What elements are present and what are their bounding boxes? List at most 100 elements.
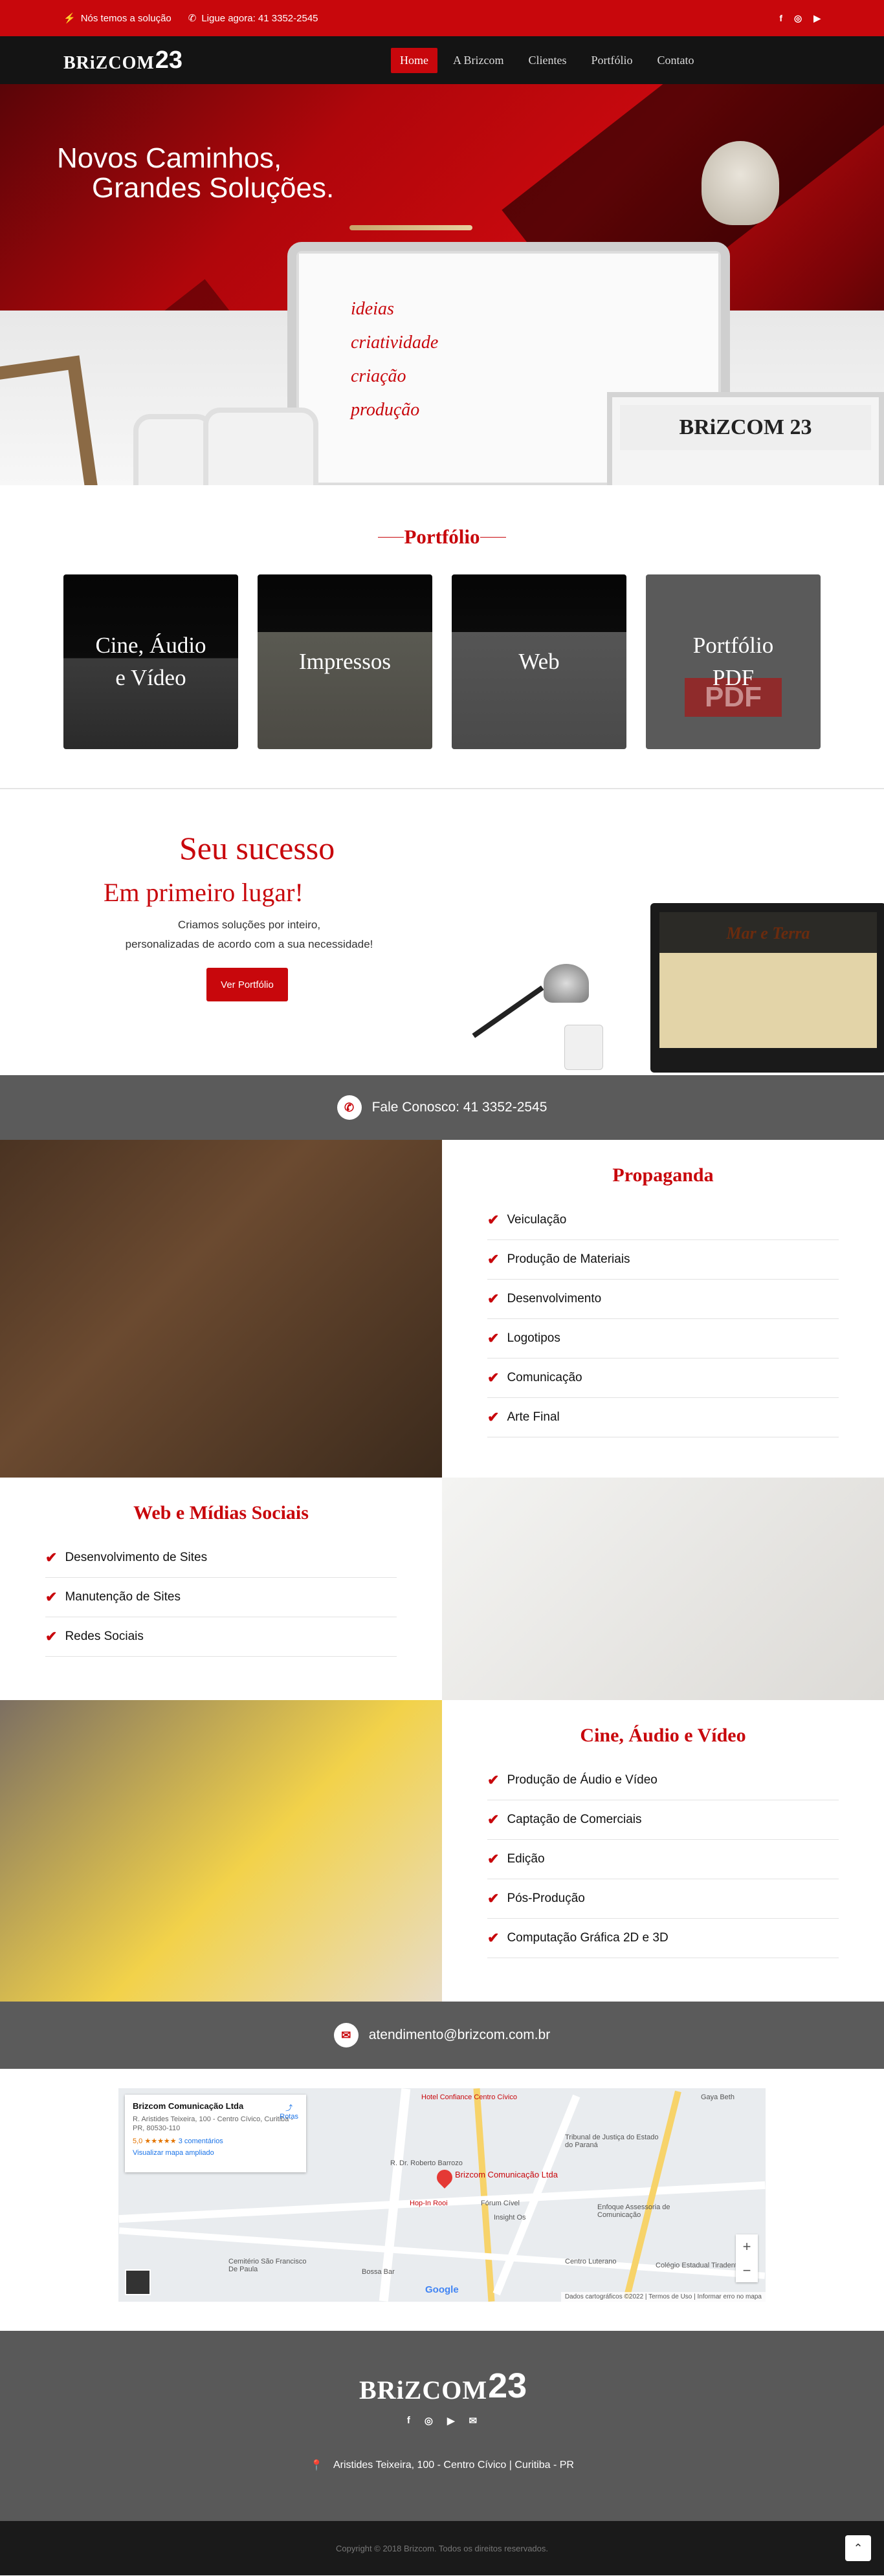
- map-poi: Enfoque Assessoria de Comunicação: [597, 2203, 670, 2219]
- satellite-toggle[interactable]: [125, 2269, 151, 2295]
- check-icon: ✔: [45, 1589, 58, 1605]
- reviews-link[interactable]: 3 comentários: [179, 2137, 223, 2145]
- google-logo: Google: [425, 2284, 459, 2295]
- map-section: Hotel Confiance Centro Cívico Tribunal d…: [0, 2069, 884, 2331]
- pin-label: Brizcom Comunicação Ltda: [455, 2170, 558, 2179]
- item-label: Logotipos: [507, 1331, 560, 1345]
- footer-address-text: Aristides Teixeira, 100 - Centro Cívico …: [333, 2460, 574, 2471]
- portfolio-card-web[interactable]: Web: [452, 574, 626, 749]
- instagram-icon[interactable]: ◎: [425, 2415, 433, 2427]
- monitor-site-title: Mar e Terra: [659, 912, 877, 1048]
- popcorn-clapperboard-image: [0, 1700, 442, 2002]
- place-name: Brizcom Comunicação Ltda: [133, 2101, 244, 2111]
- map-road: [118, 2227, 766, 2279]
- hero-banner: Novos Caminhos, Grandes Soluções. ideias…: [0, 84, 884, 485]
- service-row-web: Web e Mídias Sociais ✔ Desenvolvimento de…: [0, 1478, 884, 1700]
- monitor-brand: BRiZCOM 23: [620, 405, 871, 450]
- item-label: Produção de Áudio e Vídeo: [507, 1773, 657, 1787]
- list-item: ✔ Produção de Áudio e Vídeo: [487, 1761, 839, 1800]
- back-to-top-button[interactable]: ⌃: [845, 2535, 871, 2561]
- success-text-1: Criamos soluções por inteiro,: [177, 919, 321, 931]
- portfolio-card-print[interactable]: Impressos: [258, 574, 432, 749]
- item-label: Arte Final: [507, 1410, 560, 1424]
- copyright-text: Copyright © 2018 Brizcom. Todos os direi…: [336, 2543, 548, 2553]
- service-list: ✔ Veiculação ✔ Produção de Materiais ✔ Dese…: [487, 1201, 839, 1437]
- facebook-icon[interactable]: f: [779, 13, 782, 23]
- success-subheadline: Em primeiro lugar!: [104, 878, 304, 907]
- item-label: Pós-Produção: [507, 1892, 585, 1905]
- logo[interactable]: BRiZCOM 23: [63, 48, 182, 72]
- check-icon: ✔: [487, 1851, 500, 1867]
- item-label: Veiculação: [507, 1213, 567, 1227]
- map-poi: Hotel Confiance Centro Cívico: [421, 2093, 517, 2101]
- card-label: Web: [518, 649, 560, 674]
- youtube-icon[interactable]: ▶: [447, 2415, 455, 2427]
- service-list: ✔ Produção de Áudio e Vídeo ✔ Captação de …: [487, 1761, 839, 1958]
- service-title: Propaganda: [612, 1164, 714, 1186]
- portfolio-card-pdf[interactable]: PDF Portfólio PDF: [646, 574, 821, 749]
- list-item: ✔ Redes Sociais: [45, 1617, 397, 1657]
- directions-button[interactable]: ⤴ Rotas: [280, 2102, 298, 2121]
- service-row-advertising: Propaganda ✔ Veiculação ✔ Produção de Mate…: [0, 1140, 884, 1478]
- phone-contact-bar[interactable]: ✆ Fale Conosco: 41 3352-2545: [0, 1075, 884, 1140]
- nav-about[interactable]: A Brizcom: [444, 48, 513, 73]
- service-title: Cine, Áudio e Vídeo: [580, 1725, 746, 1746]
- logo-wordmark: BRiZCOM: [63, 53, 155, 73]
- rating-stars: 5,0 ★★★★★: [133, 2137, 177, 2145]
- map-pin-icon[interactable]: [434, 2167, 456, 2189]
- directions-label: Rotas: [280, 2113, 298, 2121]
- zoom-out-button[interactable]: −: [743, 2262, 751, 2279]
- card-label: Cine, Áudio e Vídeo: [95, 633, 206, 690]
- zoom-in-button[interactable]: +: [743, 2238, 751, 2255]
- pen-cup-decoration: [564, 1025, 603, 1070]
- check-icon: ✔: [487, 1930, 500, 1946]
- slogan: ⚡ Nós temos a solução: [63, 12, 171, 25]
- enlarge-map-link[interactable]: Visualizar mapa ampliado: [133, 2149, 298, 2157]
- footer-logo[interactable]: BRiZCOM 23: [359, 2368, 527, 2403]
- email-contact-bar[interactable]: ✉ atendimento@brizcom.com.br: [0, 2002, 884, 2069]
- map-poi: Hop-In Rooi: [410, 2199, 448, 2207]
- map-poi: Tribunal de Justiça do Estado do Paraná: [565, 2134, 659, 2149]
- laptop-workspace-image: [442, 1478, 884, 1700]
- nav-clients[interactable]: Clientes: [520, 48, 576, 73]
- lamp-arm: [472, 985, 544, 1038]
- nav-home[interactable]: Home: [391, 47, 437, 73]
- list-item: ✔ Desenvolvimento de Sites: [45, 1538, 397, 1578]
- list-item: ✔ Desenvolvimento: [487, 1280, 839, 1319]
- view-portfolio-button[interactable]: Ver Portfólio: [206, 968, 288, 1001]
- map-poi: Insight Os: [494, 2214, 526, 2221]
- service-advertising: Propaganda ✔ Veiculação ✔ Produção de Mate…: [442, 1140, 884, 1478]
- card-label: Portfólio PDF: [692, 633, 774, 690]
- item-label: Computação Gráfica 2D e 3D: [507, 1931, 669, 1945]
- item-label: Comunicação: [507, 1371, 582, 1384]
- list-item: ✔ Produção de Materiais: [487, 1240, 839, 1280]
- list-item: ✔ Manutenção de Sites: [45, 1578, 397, 1617]
- nav-contact[interactable]: Contato: [648, 48, 703, 73]
- youtube-icon[interactable]: ▶: [813, 13, 821, 24]
- lamp-head: [544, 964, 589, 1003]
- phone-text: Ligue agora: 41 3352-2545: [201, 12, 318, 24]
- check-icon: ✔: [45, 1628, 58, 1644]
- item-label: Produção de Materiais: [507, 1252, 630, 1266]
- desktop-monitor-mockup: Mar e Terra: [650, 903, 884, 1073]
- envelope-icon[interactable]: ✉: [469, 2415, 478, 2427]
- bolt-icon: ⚡: [63, 13, 76, 24]
- map-attribution: Dados cartográficos ©2022 | Termos de Us…: [560, 2292, 766, 2302]
- instagram-icon[interactable]: ◎: [794, 13, 802, 24]
- phone-mockup-back: [133, 414, 214, 485]
- success-text-2: personalizadas de acordo com a sua neces…: [125, 938, 373, 950]
- map-street: R. Dr. Roberto Barrozo: [390, 2159, 463, 2167]
- item-label: Manutenção de Sites: [65, 1590, 181, 1604]
- check-icon: ✔: [487, 1370, 500, 1386]
- phone-info[interactable]: ✆ Ligue agora: 41 3352-2545: [188, 12, 318, 25]
- map-poi: Gaya Beth: [701, 2093, 735, 2101]
- facebook-icon[interactable]: f: [407, 2415, 410, 2427]
- navbar: BRiZCOM 23 Home A Brizcom Clientes Portf…: [0, 36, 884, 84]
- item-label: Desenvolvimento de Sites: [65, 1551, 208, 1564]
- nav-portfolio[interactable]: Portfólio: [582, 48, 642, 73]
- check-icon: ✔: [487, 1212, 500, 1228]
- embedded-map[interactable]: Hotel Confiance Centro Cívico Tribunal d…: [118, 2088, 766, 2302]
- phone-contact-text: Fale Conosco: 41 3352-2545: [371, 1100, 547, 1115]
- main-nav: Home A Brizcom Clientes Portfólio Contat…: [391, 36, 703, 84]
- portfolio-card-video[interactable]: Cine, Áudio e Vídeo: [63, 574, 238, 749]
